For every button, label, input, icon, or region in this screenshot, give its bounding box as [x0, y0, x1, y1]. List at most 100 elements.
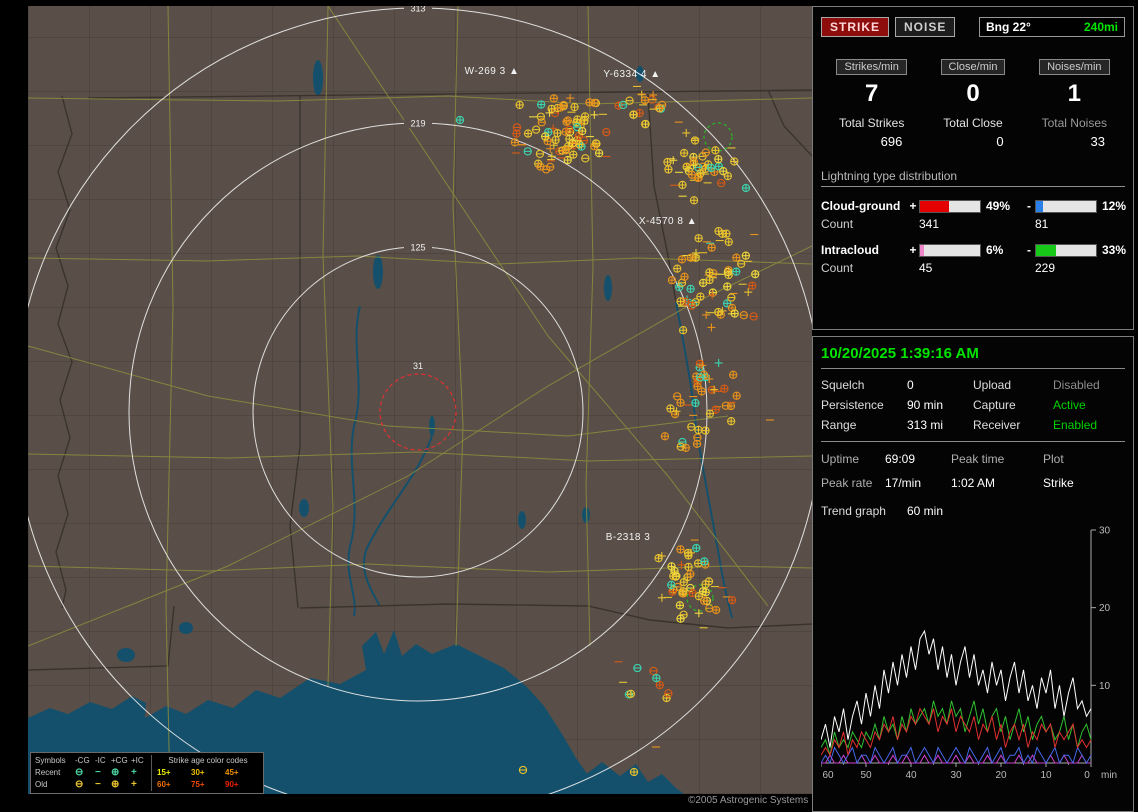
separator [821, 368, 1125, 369]
svg-text:30: 30 [950, 770, 962, 781]
uptime-row: Uptime 69:09 Peak time Plot [821, 448, 1125, 470]
range-readout-value: 240mi [1083, 20, 1118, 34]
cg-positive-pct: 49% [986, 199, 1011, 213]
cg-minus-sign: - [1027, 199, 1031, 213]
svg-text:Y-6334 4 ▲: Y-6334 4 ▲ [603, 69, 660, 80]
svg-text:0: 0 [1084, 770, 1090, 781]
noises-per-min-button[interactable]: Noises/min [1039, 59, 1110, 75]
bearing-value: Bng 22° [986, 20, 1031, 34]
trend-window-value: 60 min [907, 504, 944, 518]
legend-col-neg-ic: -IC [95, 756, 106, 765]
cloud-ground-row: Cloud-ground + 49% - 12% [821, 199, 1126, 213]
age-90: 90+ [225, 780, 239, 789]
svg-text:31: 31 [413, 361, 423, 371]
svg-text:30: 30 [1099, 526, 1111, 537]
ic-negative-bar [1035, 243, 1097, 257]
strikes-per-min-block: Strikes/min 7 [821, 57, 922, 108]
svg-text:20: 20 [995, 770, 1007, 781]
legend-age-block: Strike age color codes 15+ 30+ 45+ 60+ 7… [151, 755, 259, 791]
legend-symbols-header: Symbols [35, 756, 66, 765]
cg-negative-count: 81 [1035, 217, 1049, 231]
trend-graph: 10 20 30 60 50 40 30 20 10 0 min [821, 526, 1117, 781]
legend-old-label: Old [35, 780, 48, 789]
age-45: 45+ [225, 768, 239, 777]
squelch-row: Squelch 0 Upload Disabled [821, 375, 1125, 395]
datetime-readout: 10/20/2025 1:39:16 AM [821, 345, 979, 362]
strikes-per-min-button[interactable]: Strikes/min [836, 59, 907, 75]
neg-ic-old-icon: − [95, 779, 101, 790]
peak-rate-label: Peak rate [821, 476, 873, 490]
peak-rate-row: Peak rate 17/min 1:02 AM Strike [821, 472, 1125, 494]
distribution-title: Lightning type distribution [821, 169, 1125, 187]
ic-minus-sign: - [1027, 243, 1031, 257]
svg-text:125: 125 [410, 243, 425, 253]
totals-row: Total Strikes 696 Total Close 0 Total No… [821, 116, 1125, 149]
persistence-value: 90 min [907, 398, 944, 412]
map-canvas: 313 219 125 31 W-269 3 ▲ Y-6334 4 ▲ X-4570 8 … [28, 6, 812, 794]
total-noises-block: Total Noises 33 [1024, 116, 1125, 149]
total-close-value: 0 [996, 134, 1004, 149]
range-row: Range 313 mi Receiver Enabled [821, 415, 1125, 435]
svg-text:W-269 3 ▲: W-269 3 ▲ [465, 66, 520, 77]
neg-cg-recent-icon: ⊖ [75, 767, 84, 778]
stats-panel: STRIKE NOISE Bng 22° 240mi Strikes/min 7… [812, 6, 1134, 330]
map-view[interactable]: 313 219 125 31 W-269 3 ▲ Y-6334 4 ▲ X-4570 8 … [28, 6, 812, 794]
ic-plus-sign: + [909, 243, 917, 257]
trend-graph-row: Trend graph 60 min [821, 500, 1125, 522]
cg-negative-bar [1035, 199, 1097, 213]
map-legend: Symbols -CG -IC +CG +IC Recent ⊖ − ⊕ + O… [30, 752, 264, 794]
copyright-text: ©2005 Astrogenic Systems [688, 795, 809, 806]
peak-time-label: Peak time [951, 452, 1005, 466]
ic-positive-pct: 6% [986, 243, 1004, 257]
total-strikes-label: Total Strikes [838, 116, 905, 130]
intracloud-label: Intracloud [821, 243, 880, 257]
strikes-per-min-value: 7 [864, 80, 879, 107]
intracloud-row: Intracloud + 6% - 33% [821, 243, 1126, 257]
total-noises-value: 33 [1090, 134, 1105, 149]
plot-label: Plot [1043, 452, 1064, 466]
legend-age-row-2: 60+ 75+ 90+ [157, 779, 259, 791]
plot-value: Strike [1043, 476, 1074, 490]
sidebar: STRIKE NOISE Bng 22° 240mi Strikes/min 7… [812, 0, 1134, 812]
svg-text:20: 20 [1099, 603, 1111, 614]
bearing-range-readout: Bng 22° 240mi [979, 17, 1125, 37]
legend-age-title: Strike age color codes [168, 756, 248, 765]
cg-positive-count: 341 [919, 217, 940, 231]
close-per-min-value: 0 [966, 80, 980, 107]
total-close-label: Total Close [943, 116, 1003, 130]
trend-graph-label: Trend graph [821, 504, 886, 518]
noise-indicator[interactable]: NOISE [895, 17, 956, 37]
status-panel: 10/20/2025 1:39:16 AM Squelch 0 Upload D… [812, 336, 1134, 812]
close-per-min-button[interactable]: Close/min [940, 59, 1006, 75]
age-30: 30+ [191, 768, 205, 777]
capture-value: Active [1053, 398, 1086, 412]
pos-ic-recent-icon: + [131, 767, 137, 778]
intracloud-count-row: Count 45 229 [821, 261, 1125, 275]
total-close-block: Total Close 0 [922, 116, 1023, 149]
svg-text:10: 10 [1099, 681, 1111, 692]
app-window: 313 219 125 31 W-269 3 ▲ Y-6334 4 ▲ X-4570 8 … [0, 0, 1138, 812]
upload-label: Upload [973, 378, 1012, 392]
neg-cg-old-icon: ⊖ [75, 779, 84, 790]
squelch-label: Squelch [821, 378, 865, 392]
legend-recent-label: Recent [35, 768, 61, 777]
peak-rate-value: 17/min [885, 476, 922, 490]
legend-age-row-1: 15+ 30+ 45+ [157, 767, 259, 779]
neg-ic-recent-icon: − [95, 767, 101, 778]
cloud-ground-label: Cloud-ground [821, 199, 901, 213]
svg-text:60: 60 [822, 770, 834, 781]
ic-count-label: Count [821, 261, 854, 275]
range-value: 313 mi [907, 418, 944, 432]
range-label: Range [821, 418, 857, 432]
svg-text:X-4570 8 ▲: X-4570 8 ▲ [639, 216, 697, 227]
age-60: 60+ [157, 780, 171, 789]
svg-text:50: 50 [860, 770, 872, 781]
total-strikes-value: 696 [880, 134, 903, 149]
strike-indicator[interactable]: STRIKE [821, 17, 890, 37]
persistence-label: Persistence [821, 398, 884, 412]
cg-plus-sign: + [909, 199, 917, 213]
upload-value: Disabled [1053, 378, 1100, 392]
legend-header-row: Symbols -CG -IC +CG +IC [35, 755, 147, 767]
cg-negative-pct: 12% [1102, 199, 1127, 213]
rates-row: Strikes/min 7 Close/min 0 Noises/min 1 [821, 57, 1125, 108]
